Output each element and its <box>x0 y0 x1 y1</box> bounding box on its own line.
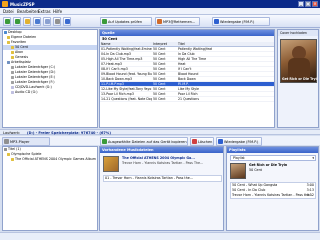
mp3-icon <box>157 19 162 24</box>
drive-label: Laufwerk: <box>3 131 21 135</box>
up-button[interactable] <box>23 17 31 26</box>
menu-bar: Datei Bearbeiten Extras Hilfe <box>0 8 320 15</box>
menu-bearbeiten[interactable]: Bearbeiten <box>17 9 39 14</box>
cover-figure-body <box>288 58 310 78</box>
app-icon <box>2 1 8 7</box>
mp3-player-tab[interactable]: MP3-Player <box>2 137 50 146</box>
forward-button[interactable] <box>13 17 21 26</box>
help-button[interactable] <box>63 17 71 26</box>
back-button[interactable] <box>3 17 11 26</box>
menu-datei[interactable]: Datei <box>3 9 14 14</box>
folder-icon <box>7 35 10 39</box>
album-thumbnail <box>103 156 119 172</box>
computer-icon <box>7 60 10 64</box>
menu-hilfe[interactable]: Hilfe <box>53 9 62 14</box>
tree-item-audio-cd[interactable]: Audio CD (G:) <box>3 90 97 95</box>
playlist-panel: Playlists Playlist ▾ Get Rich or Die Tryi… <box>226 146 319 231</box>
playlist-select[interactable]: Playlist ▾ <box>230 155 316 161</box>
menu-extras[interactable]: Extras <box>38 9 51 14</box>
folder-up-icon <box>25 19 30 24</box>
cd-icon <box>11 90 14 94</box>
playlist-header: Playlists <box>227 147 318 153</box>
desktop-icon <box>4 30 7 34</box>
toolbar: Auf Updates prüfen MP3@Rethemen... Wiede… <box>0 15 320 28</box>
playlist-list: 50 Cent - What Up Gangsta 3:00 50 Cent - … <box>230 182 316 199</box>
settings-button[interactable] <box>53 17 61 26</box>
column-name[interactable]: Name <box>100 42 152 46</box>
playlist-item[interactable]: Trevor Horn - Yiannis Kotsiras Tartian -… <box>231 193 315 198</box>
file-table-body: 01-Patiently Waiting(feat.Eminem).mp350 … <box>100 47 274 102</box>
bottom-status-bar <box>0 232 320 240</box>
forward-arrow-icon <box>15 19 20 24</box>
refresh-icon <box>35 19 40 24</box>
preview-track-row[interactable]: 01 - Trevor Horn - Yiannis Kotsiras Tart… <box>103 175 222 182</box>
device-icon <box>4 147 7 151</box>
rethemen-button[interactable]: MP3@Rethemen... <box>155 17 200 26</box>
update-button[interactable]: Auf Updates prüfen <box>100 17 152 26</box>
folder-icon <box>7 40 10 44</box>
play-pmp-button-2[interactable]: Wiedergabe (P.M.P.) <box>216 137 262 146</box>
play-icon <box>214 19 219 24</box>
drive-icon <box>11 70 14 74</box>
column-titel[interactable]: Titel <box>177 42 212 46</box>
drive-status-bar: Laufwerk: (D:) - Freier Speicherplatz: 9… <box>0 129 320 135</box>
close-button[interactable]: × <box>312 1 318 7</box>
delete-button[interactable]: Löschen <box>190 137 214 146</box>
device-tree: Titel (1) Olympische Spiele The Official… <box>2 146 98 231</box>
copy-to-device-button[interactable]: Ausgewählte Dateien auf das Gerät kopier… <box>100 137 188 146</box>
folder-open-icon <box>11 45 14 49</box>
column-interpret[interactable]: Interpret <box>152 42 177 46</box>
search-button[interactable] <box>43 17 51 26</box>
playlist-cover <box>230 163 246 179</box>
help-icon <box>65 19 70 24</box>
maximize-button[interactable]: □ <box>305 1 311 7</box>
device-item-athens-album[interactable]: The Official ATHENS 2004 Olympic Games A… <box>3 157 97 162</box>
cover-caption: Get Rich or Die Tryin <box>282 77 317 81</box>
folder-tree: Desktop Eigene Dateien Favoriten 50 Cent… <box>2 29 98 128</box>
drive-icon <box>11 65 14 69</box>
preview-subtitle: Trevor Horn - Yiannis Kotsiras Tartian -… <box>122 161 204 165</box>
folder-icon <box>11 50 14 54</box>
folder-icon <box>11 55 14 59</box>
table-row[interactable]: 14-21 Questions (feat. Nate Dogg).mp350 … <box>100 97 274 102</box>
device-action-bar: MP3-Player Ausgewählte Dateien auf das G… <box>0 136 320 146</box>
preview-panel: Vorhandene Musikdateien The Official ATH… <box>99 146 224 231</box>
play-icon <box>218 139 223 144</box>
window-title: MusicZPSP <box>10 2 35 7</box>
back-arrow-icon <box>5 19 10 24</box>
preview-header: Vorhandene Musikdateien <box>100 147 223 153</box>
cover-tab[interactable]: Cover hochladen <box>278 30 318 36</box>
file-list-panel: Quelle 50 Cent Name Interpret Titel 01-P… <box>99 29 275 128</box>
minimize-button[interactable]: _ <box>298 1 304 7</box>
folder-icon <box>11 157 14 161</box>
album-cover-image: Get Rich or Die Tryin <box>280 39 317 83</box>
drive-icon <box>11 75 14 79</box>
play-pmp-button[interactable]: Wiedergabe (P.M.P.) <box>212 17 270 26</box>
copy-icon <box>102 139 107 144</box>
update-icon <box>102 19 107 24</box>
search-icon <box>45 19 50 24</box>
gear-icon <box>55 19 60 24</box>
chevron-down-icon: ▾ <box>312 156 314 160</box>
folder-icon <box>7 152 10 156</box>
cd-icon <box>11 85 14 89</box>
drive-icon <box>11 80 14 84</box>
refresh-button[interactable] <box>33 17 41 26</box>
title-bar: MusicZPSP _ □ × <box>0 0 320 8</box>
cover-panel: Cover hochladen Get Rich or Die Tryin <box>277 29 319 128</box>
playlist-artist: 50 Cent <box>249 168 262 172</box>
drive-info: (D:) - Freier Speicherplatz: 976740 - (6… <box>27 131 111 135</box>
delete-icon <box>192 139 197 144</box>
mp3-player-icon <box>4 139 9 144</box>
